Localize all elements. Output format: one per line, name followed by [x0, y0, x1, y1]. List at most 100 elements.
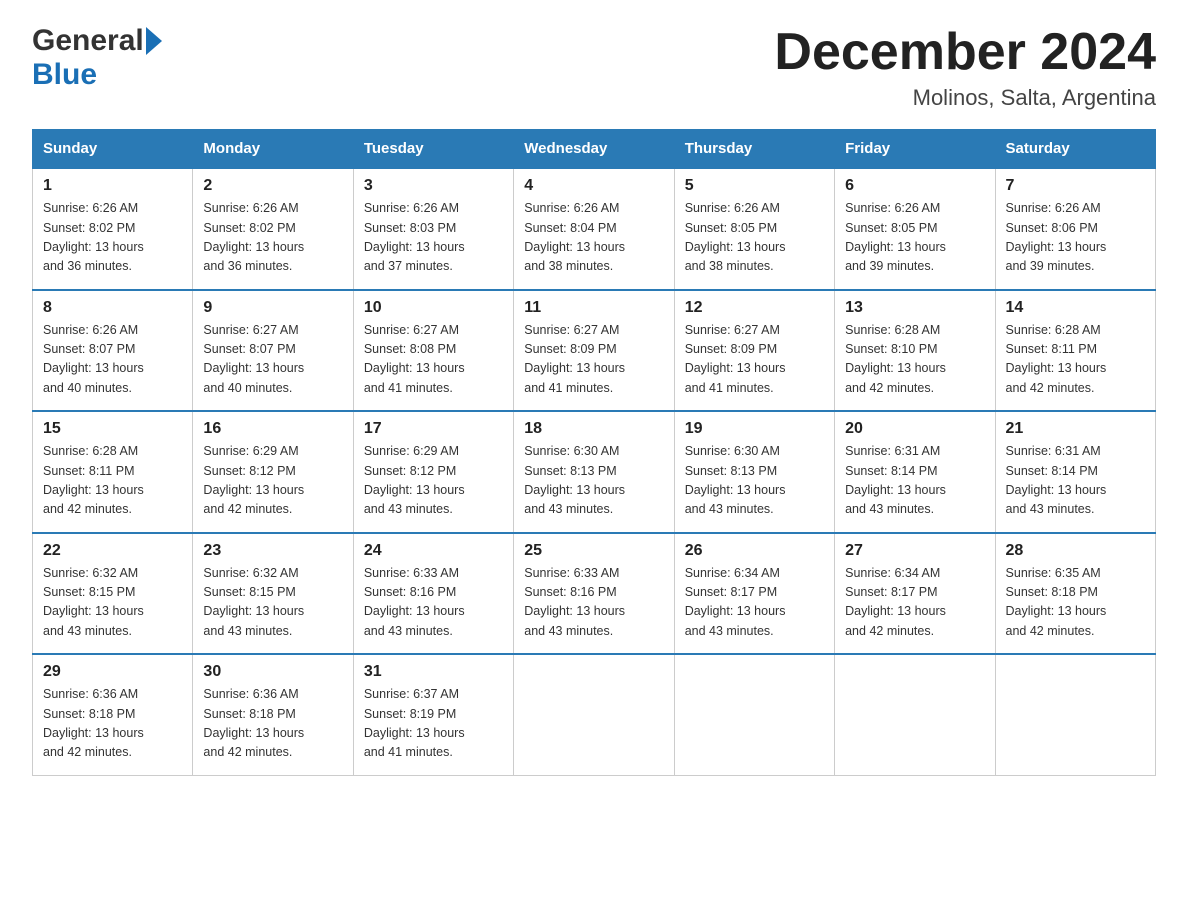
calendar-cell: 4 Sunrise: 6:26 AMSunset: 8:04 PMDayligh… — [514, 168, 674, 290]
day-detail: Sunrise: 6:26 AMSunset: 8:05 PMDaylight:… — [845, 199, 984, 277]
day-detail: Sunrise: 6:37 AMSunset: 8:19 PMDaylight:… — [364, 685, 503, 763]
day-number: 13 — [845, 299, 984, 317]
calendar-cell: 24 Sunrise: 6:33 AMSunset: 8:16 PMDaylig… — [353, 533, 513, 655]
day-number: 27 — [845, 542, 984, 560]
calendar-week-row: 1 Sunrise: 6:26 AMSunset: 8:02 PMDayligh… — [33, 168, 1156, 290]
calendar-cell: 19 Sunrise: 6:30 AMSunset: 8:13 PMDaylig… — [674, 411, 834, 533]
calendar-cell — [835, 654, 995, 775]
calendar-cell: 23 Sunrise: 6:32 AMSunset: 8:15 PMDaylig… — [193, 533, 353, 655]
day-number: 28 — [1006, 542, 1145, 560]
day-detail: Sunrise: 6:29 AMSunset: 8:12 PMDaylight:… — [364, 442, 503, 520]
title-block: December 2024 Molinos, Salta, Argentina — [774, 24, 1156, 111]
day-detail: Sunrise: 6:34 AMSunset: 8:17 PMDaylight:… — [845, 564, 984, 642]
day-number: 12 — [685, 299, 824, 317]
calendar-week-row: 22 Sunrise: 6:32 AMSunset: 8:15 PMDaylig… — [33, 533, 1156, 655]
day-number: 3 — [364, 177, 503, 195]
calendar-cell: 7 Sunrise: 6:26 AMSunset: 8:06 PMDayligh… — [995, 168, 1155, 290]
header-tuesday: Tuesday — [353, 130, 513, 169]
day-detail: Sunrise: 6:36 AMSunset: 8:18 PMDaylight:… — [43, 685, 182, 763]
header-friday: Friday — [835, 130, 995, 169]
day-number: 14 — [1006, 299, 1145, 317]
day-detail: Sunrise: 6:30 AMSunset: 8:13 PMDaylight:… — [685, 442, 824, 520]
day-number: 19 — [685, 420, 824, 438]
day-number: 8 — [43, 299, 182, 317]
day-detail: Sunrise: 6:26 AMSunset: 8:07 PMDaylight:… — [43, 321, 182, 399]
calendar-cell: 27 Sunrise: 6:34 AMSunset: 8:17 PMDaylig… — [835, 533, 995, 655]
day-detail: Sunrise: 6:27 AMSunset: 8:09 PMDaylight:… — [685, 321, 824, 399]
calendar-cell: 9 Sunrise: 6:27 AMSunset: 8:07 PMDayligh… — [193, 290, 353, 412]
calendar-title: December 2024 — [774, 24, 1156, 81]
logo-arrow-icon — [146, 27, 168, 55]
weekday-header-row: Sunday Monday Tuesday Wednesday Thursday… — [33, 130, 1156, 169]
day-number: 10 — [364, 299, 503, 317]
calendar-cell — [674, 654, 834, 775]
logo: General Blue — [32, 24, 168, 92]
day-detail: Sunrise: 6:31 AMSunset: 8:14 PMDaylight:… — [845, 442, 984, 520]
day-detail: Sunrise: 6:26 AMSunset: 8:05 PMDaylight:… — [685, 199, 824, 277]
day-number: 6 — [845, 177, 984, 195]
day-detail: Sunrise: 6:32 AMSunset: 8:15 PMDaylight:… — [43, 564, 182, 642]
day-number: 7 — [1006, 177, 1145, 195]
day-number: 29 — [43, 663, 182, 681]
calendar-cell: 6 Sunrise: 6:26 AMSunset: 8:05 PMDayligh… — [835, 168, 995, 290]
day-detail: Sunrise: 6:35 AMSunset: 8:18 PMDaylight:… — [1006, 564, 1145, 642]
calendar-cell: 18 Sunrise: 6:30 AMSunset: 8:13 PMDaylig… — [514, 411, 674, 533]
calendar-week-row: 15 Sunrise: 6:28 AMSunset: 8:11 PMDaylig… — [33, 411, 1156, 533]
day-detail: Sunrise: 6:26 AMSunset: 8:03 PMDaylight:… — [364, 199, 503, 277]
day-detail: Sunrise: 6:36 AMSunset: 8:18 PMDaylight:… — [203, 685, 342, 763]
day-number: 30 — [203, 663, 342, 681]
calendar-cell: 11 Sunrise: 6:27 AMSunset: 8:09 PMDaylig… — [514, 290, 674, 412]
day-number: 26 — [685, 542, 824, 560]
calendar-cell: 25 Sunrise: 6:33 AMSunset: 8:16 PMDaylig… — [514, 533, 674, 655]
calendar-subtitle: Molinos, Salta, Argentina — [774, 85, 1156, 111]
day-detail: Sunrise: 6:27 AMSunset: 8:09 PMDaylight:… — [524, 321, 663, 399]
calendar-cell: 13 Sunrise: 6:28 AMSunset: 8:10 PMDaylig… — [835, 290, 995, 412]
calendar-cell: 2 Sunrise: 6:26 AMSunset: 8:02 PMDayligh… — [193, 168, 353, 290]
calendar-cell: 16 Sunrise: 6:29 AMSunset: 8:12 PMDaylig… — [193, 411, 353, 533]
day-detail: Sunrise: 6:27 AMSunset: 8:07 PMDaylight:… — [203, 321, 342, 399]
header-saturday: Saturday — [995, 130, 1155, 169]
day-detail: Sunrise: 6:33 AMSunset: 8:16 PMDaylight:… — [524, 564, 663, 642]
calendar-cell: 17 Sunrise: 6:29 AMSunset: 8:12 PMDaylig… — [353, 411, 513, 533]
day-number: 22 — [43, 542, 182, 560]
page-header: General Blue December 2024 Molinos, Salt… — [32, 24, 1156, 111]
day-number: 24 — [364, 542, 503, 560]
calendar-table: Sunday Monday Tuesday Wednesday Thursday… — [32, 129, 1156, 776]
day-detail: Sunrise: 6:34 AMSunset: 8:17 PMDaylight:… — [685, 564, 824, 642]
day-number: 18 — [524, 420, 663, 438]
day-number: 11 — [524, 299, 663, 317]
calendar-cell: 5 Sunrise: 6:26 AMSunset: 8:05 PMDayligh… — [674, 168, 834, 290]
day-detail: Sunrise: 6:26 AMSunset: 8:02 PMDaylight:… — [43, 199, 182, 277]
calendar-cell: 14 Sunrise: 6:28 AMSunset: 8:11 PMDaylig… — [995, 290, 1155, 412]
day-detail: Sunrise: 6:33 AMSunset: 8:16 PMDaylight:… — [364, 564, 503, 642]
calendar-cell: 21 Sunrise: 6:31 AMSunset: 8:14 PMDaylig… — [995, 411, 1155, 533]
day-number: 20 — [845, 420, 984, 438]
header-wednesday: Wednesday — [514, 130, 674, 169]
calendar-cell: 10 Sunrise: 6:27 AMSunset: 8:08 PMDaylig… — [353, 290, 513, 412]
day-detail: Sunrise: 6:26 AMSunset: 8:02 PMDaylight:… — [203, 199, 342, 277]
day-detail: Sunrise: 6:29 AMSunset: 8:12 PMDaylight:… — [203, 442, 342, 520]
day-number: 31 — [364, 663, 503, 681]
calendar-cell: 3 Sunrise: 6:26 AMSunset: 8:03 PMDayligh… — [353, 168, 513, 290]
calendar-cell: 26 Sunrise: 6:34 AMSunset: 8:17 PMDaylig… — [674, 533, 834, 655]
calendar-cell: 8 Sunrise: 6:26 AMSunset: 8:07 PMDayligh… — [33, 290, 193, 412]
day-number: 21 — [1006, 420, 1145, 438]
logo-general-text: General — [32, 24, 144, 58]
day-number: 1 — [43, 177, 182, 195]
calendar-cell: 29 Sunrise: 6:36 AMSunset: 8:18 PMDaylig… — [33, 654, 193, 775]
day-detail: Sunrise: 6:28 AMSunset: 8:10 PMDaylight:… — [845, 321, 984, 399]
header-thursday: Thursday — [674, 130, 834, 169]
header-sunday: Sunday — [33, 130, 193, 169]
calendar-cell: 31 Sunrise: 6:37 AMSunset: 8:19 PMDaylig… — [353, 654, 513, 775]
day-number: 16 — [203, 420, 342, 438]
day-detail: Sunrise: 6:28 AMSunset: 8:11 PMDaylight:… — [43, 442, 182, 520]
day-number: 15 — [43, 420, 182, 438]
day-number: 5 — [685, 177, 824, 195]
calendar-cell — [514, 654, 674, 775]
day-number: 23 — [203, 542, 342, 560]
logo-blue-text: Blue — [32, 58, 97, 92]
day-detail: Sunrise: 6:26 AMSunset: 8:04 PMDaylight:… — [524, 199, 663, 277]
day-detail: Sunrise: 6:31 AMSunset: 8:14 PMDaylight:… — [1006, 442, 1145, 520]
day-number: 4 — [524, 177, 663, 195]
day-number: 25 — [524, 542, 663, 560]
